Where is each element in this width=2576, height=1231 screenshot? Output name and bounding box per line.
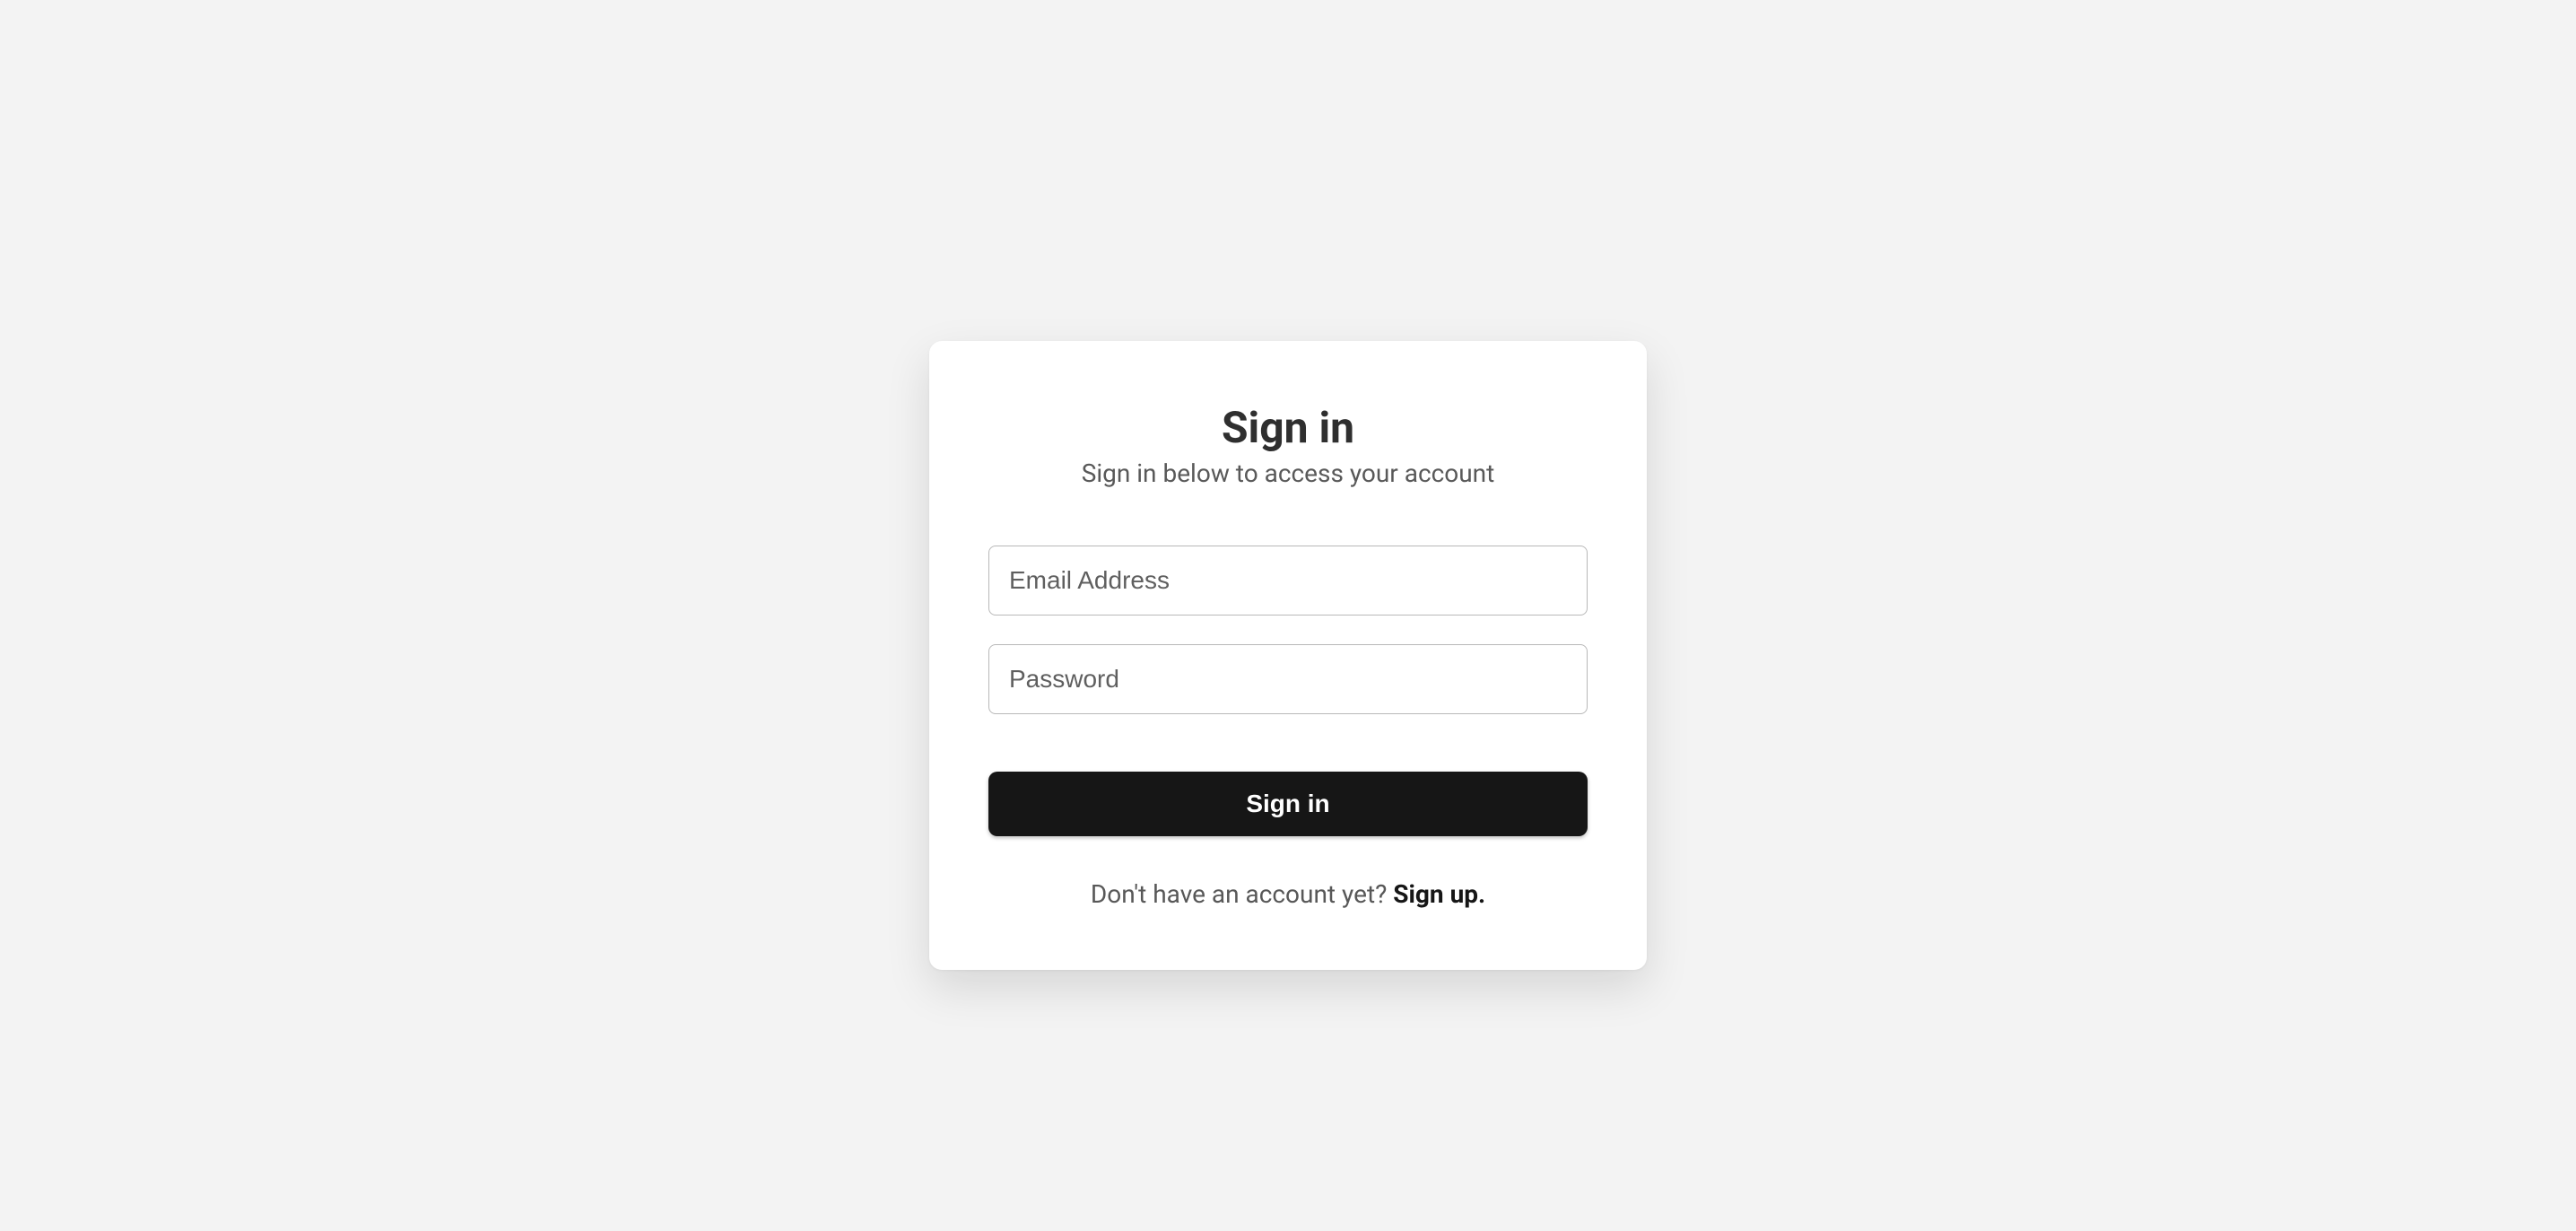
password-field[interactable] — [988, 644, 1588, 714]
signup-prompt-text: Don't have an account yet? — [1091, 879, 1393, 909]
password-group — [988, 644, 1588, 714]
email-group — [988, 546, 1588, 616]
signin-subtitle: Sign in below to access your account — [988, 458, 1588, 488]
signin-title: Sign in — [988, 402, 1588, 453]
signin-card: Sign in Sign in below to access your acc… — [929, 341, 1647, 970]
email-field[interactable] — [988, 546, 1588, 616]
signup-prompt: Don't have an account yet? Sign up. — [988, 879, 1588, 909]
signup-link[interactable]: Sign up. — [1393, 879, 1485, 909]
signin-button[interactable]: Sign in — [988, 772, 1588, 836]
